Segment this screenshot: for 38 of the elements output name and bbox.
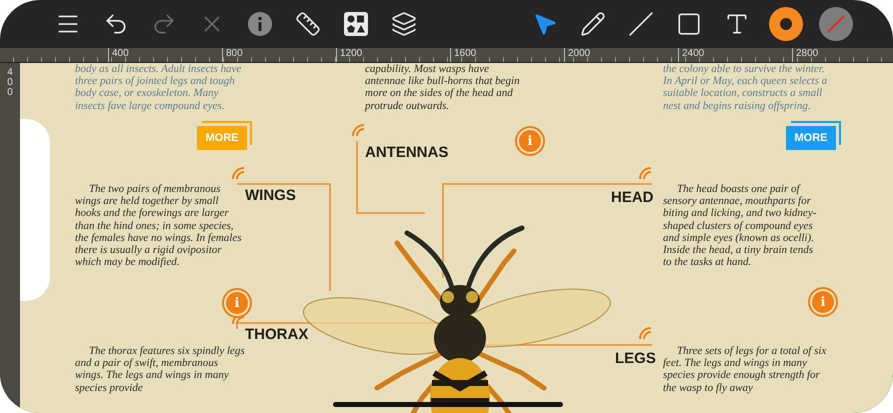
part-label: HEAD [611,189,654,206]
description-text: The two pairs of membranous wings are held together by small hooks and the forewings are larger than the hind ones; in some species, the females have no wings. In females there is usually a rigid ovipositor which may be modified. [75,183,242,268]
shapes-icon [343,11,369,37]
ruler-label: 1200 [336,48,450,62]
ruler-label: 2800 [792,48,893,62]
description-text: Three sets of legs for a total of six feet. The legs and wings in many species provide enough strength for the wasp to fly away [663,345,828,394]
info-button[interactable]: i [226,292,248,314]
layers-icon [391,11,417,37]
info-icon [247,11,273,37]
signal-icon [639,327,652,340]
signal-icon [352,124,364,136]
part-label: ANTENNAS [365,144,448,161]
description-text: capability. Most wasps have antennae like bull-horns that begin more on the sides of the head and protrude outwards. [365,63,521,112]
description-text: The head boasts one pair of sensory antennae, mouthparts for biting and licking, and two kidney-shaped clusters of compound eyes and simple eyes (known as ocelli). Inside the head, a tiny brain tends to the tasks at hand. [663,183,818,268]
part-label: WINGS [245,187,296,204]
ruler-label: 2000 [564,48,678,62]
ruler-icon [295,11,321,37]
line-icon [628,11,654,37]
description-text: the colony able to survive the winter. In April or May, each queen selects a suitable location, constructs a small nest and begins raising offspring. [663,63,828,112]
ruler-label: 400 [7,66,13,98]
part-label: LEGS [615,350,656,367]
rectangle-icon [676,11,702,37]
info-button[interactable]: i [519,130,541,152]
stroke-color-button[interactable] [769,7,803,41]
info-button[interactable]: i [812,291,834,313]
ruler-label: 2400 [678,48,792,62]
description-text: The thorax features six spindly legs and a pair of swift, membranous wings. The legs and wings in many species provide [75,345,245,394]
ruler-label: 400 [108,48,222,62]
description-text: body as all insects. Adult insects have three pairs of jointed legs and tough body case, or exoskeleton. Many insects fave large compound eyes. [75,63,242,112]
more-button[interactable]: MORE [197,126,247,150]
part-label: THORAX [245,326,308,343]
signal-icon [639,167,652,180]
ruler-label: 800 [222,48,336,62]
pencil-icon [580,11,606,37]
more-button[interactable]: MORE [786,126,836,150]
signal-icon [232,167,244,180]
fill-color-button[interactable] [819,7,853,41]
ruler-label: 1600 [450,48,564,62]
